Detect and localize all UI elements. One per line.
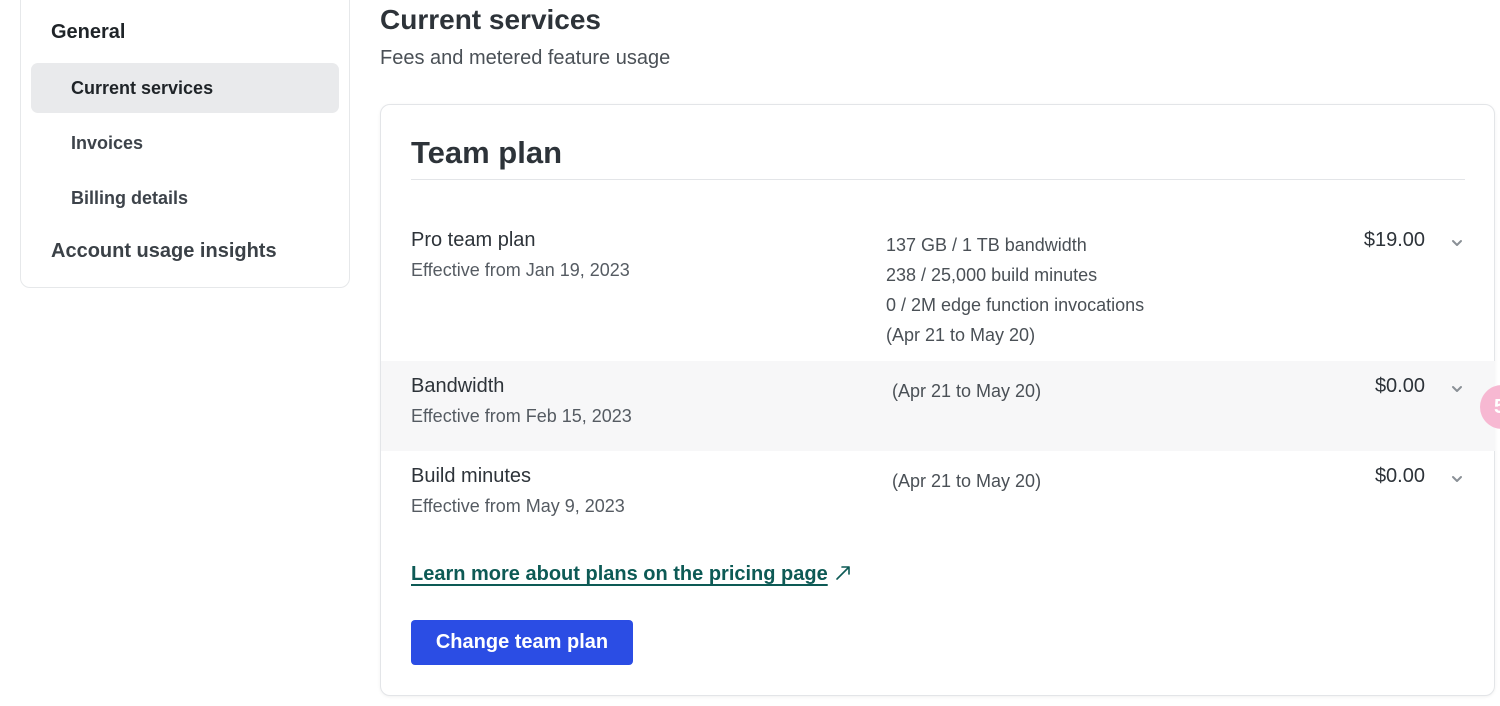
service-usage: (Apr 21 to May 20): [892, 466, 1041, 496]
pricing-page-link[interactable]: Learn more about plans on the pricing pa…: [411, 563, 852, 586]
usage-line: 0 / 2M edge function invocations: [886, 295, 1145, 315]
chevron-down-icon[interactable]: [1449, 381, 1465, 397]
usage-period: (Apr 21 to May 20): [892, 381, 1042, 401]
page-title: Current services: [380, 4, 602, 35]
team-plan-card: Team plan Pro team plan Effective from J…: [380, 104, 1495, 696]
service-name: Bandwidth: [411, 375, 505, 397]
service-price: $0.00: [1374, 465, 1425, 487]
service-row-pro-team-plan[interactable]: Pro team plan Effective from Jan 19, 202…: [381, 215, 1495, 361]
usage-line: 238 / 25,000 build minutes: [886, 265, 1098, 285]
external-link-arrow-icon: [835, 566, 850, 580]
service-row-build-minutes[interactable]: Build minutes Effective from May 9, 2023…: [381, 451, 1495, 541]
service-name: Build minutes: [411, 465, 532, 487]
service-name: Pro team plan: [411, 229, 536, 251]
service-price: $0.00: [1374, 375, 1425, 397]
service-effective-date: Effective from Feb 15, 2023: [411, 406, 632, 426]
sidebar-heading-general[interactable]: General: [51, 21, 125, 44]
service-usage: (Apr 21 to May 20): [892, 376, 1041, 406]
sidebar-item-billing-details[interactable]: Billing details: [31, 173, 339, 223]
pricing-link-text: Learn more about plans on the pricing pa…: [411, 563, 828, 585]
service-price: $19.00: [1363, 229, 1425, 251]
page-subtitle: Fees and metered feature usage: [380, 47, 671, 69]
billing-sidebar: General Current services Invoices Billin…: [20, 0, 350, 288]
sidebar-item-current-services[interactable]: Current services: [31, 63, 339, 113]
chevron-down-icon[interactable]: [1449, 235, 1465, 251]
service-effective-date: Effective from May 9, 2023: [411, 496, 625, 516]
service-effective-date: Effective from Jan 19, 2023: [411, 260, 630, 280]
usage-period: (Apr 21 to May 20): [886, 325, 1036, 345]
card-title: Team plan: [411, 135, 563, 170]
card-divider: [411, 179, 1465, 180]
sidebar-item-invoices[interactable]: Invoices: [31, 118, 339, 168]
usage-period: (Apr 21 to May 20): [892, 471, 1042, 491]
chevron-down-icon[interactable]: [1449, 471, 1465, 487]
service-row-bandwidth[interactable]: Bandwidth Effective from Feb 15, 2023 (A…: [381, 361, 1495, 451]
sidebar-item-account-usage-insights[interactable]: Account usage insights: [51, 240, 277, 263]
usage-line: 137 GB / 1 TB bandwidth: [886, 235, 1087, 255]
service-usage: 137 GB / 1 TB bandwidth 238 / 25,000 bui…: [886, 230, 1144, 350]
change-team-plan-button[interactable]: Change team plan: [411, 620, 633, 665]
